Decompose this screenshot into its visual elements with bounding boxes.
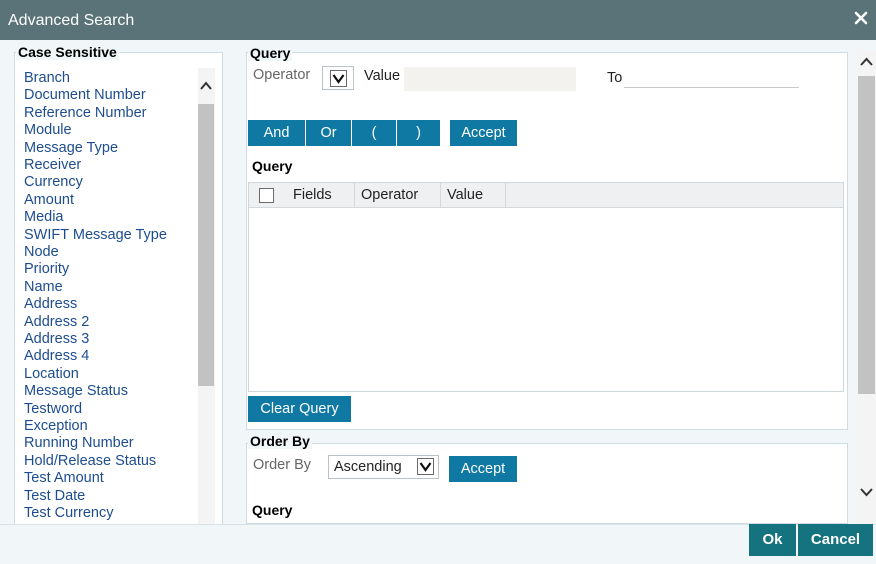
to-input[interactable] [624,68,799,88]
or-button[interactable]: Or [306,120,351,146]
field-list-item[interactable]: Reference Number [24,105,147,121]
field-list-item[interactable]: SWIFT Message Type [24,227,167,243]
field-list-item[interactable]: Receiver [24,157,81,173]
field-list-item[interactable]: Document Number [24,87,146,103]
query-legend: Query [248,45,293,61]
dialog-scroll-thumb[interactable] [858,76,875,394]
dialog-footer [0,524,876,564]
field-list-item[interactable]: Exception [24,418,88,434]
order-by-select[interactable]: Ascending [328,455,439,479]
field-list-item[interactable]: Test Date [24,488,85,504]
close-paren-button[interactable]: ) [397,120,440,146]
order-query-legend: Query [250,502,295,518]
field-list-item[interactable]: Name [24,279,63,295]
field-list-item[interactable]: Priority [24,261,69,277]
select-all-checkbox[interactable] [259,188,274,203]
field-list-item[interactable]: Message Status [24,383,128,399]
field-list: Branch Document Number Reference Number Mod… [14,62,214,524]
scroll-down-icon[interactable] [858,482,875,502]
operator-select[interactable] [322,66,354,90]
dialog-scrollbar[interactable] [857,50,876,524]
query-accept-button[interactable]: Accept [450,120,517,146]
scroll-up-icon[interactable] [198,76,214,96]
order-by-selected: Ascending [334,459,402,475]
column-fields: Fields [287,183,355,208]
value-input[interactable] [404,67,576,91]
field-list-item[interactable]: Media [24,209,64,225]
field-list-item[interactable]: Address 2 [24,314,89,330]
case-sensitive-legend: Case Sensitive [16,44,119,60]
column-operator: Operator [355,183,441,208]
cancel-button[interactable]: Cancel [798,524,873,556]
field-list-item[interactable]: Hold/Release Status [24,453,156,469]
field-list-item[interactable]: Location [24,366,79,382]
close-icon[interactable] [853,10,869,26]
field-list-item[interactable]: Address 3 [24,331,89,347]
column-value: Value [441,183,506,208]
field-list-item[interactable]: Module [24,122,72,138]
to-label: To [607,70,623,86]
field-list-item[interactable]: Test Amount [24,470,104,486]
query-grid: Fields Operator Value [248,182,844,392]
field-list-item[interactable]: Node [24,244,59,260]
clear-query-button[interactable]: Clear Query [248,396,351,422]
field-list-item[interactable]: Testword [24,401,82,417]
and-button[interactable]: And [248,120,305,146]
query-grid-legend: Query [250,158,295,174]
chevron-down-icon [417,458,434,475]
order-by-legend: Order By [248,433,312,449]
field-list-item[interactable]: Branch [24,70,70,86]
field-list-item[interactable]: Amount [24,192,74,208]
field-list-item[interactable]: Test Currency [24,505,113,521]
field-list-scroll-thumb[interactable] [198,104,214,386]
operator-label: Operator [253,67,311,83]
query-grid-header: Fields Operator Value [249,183,843,208]
value-label: Value [364,68,401,84]
field-list-item[interactable]: Running Number [24,435,134,451]
field-list-scrollbar[interactable] [198,68,215,524]
field-list-item[interactable]: Currency [24,174,83,190]
ok-button[interactable]: Ok [749,524,796,556]
scroll-up-icon[interactable] [858,52,875,72]
order-accept-button[interactable]: Accept [449,456,517,482]
chevron-down-icon [330,70,347,87]
window-title: Advanced Search [8,12,135,29]
open-paren-button[interactable]: ( [352,120,396,146]
field-list-item[interactable]: Address [24,296,77,312]
title-bar: Advanced Search [0,0,876,40]
field-list-item[interactable]: Message Type [24,140,118,156]
field-list-item[interactable]: Address 4 [24,348,89,364]
order-by-label: Order By [253,457,312,473]
